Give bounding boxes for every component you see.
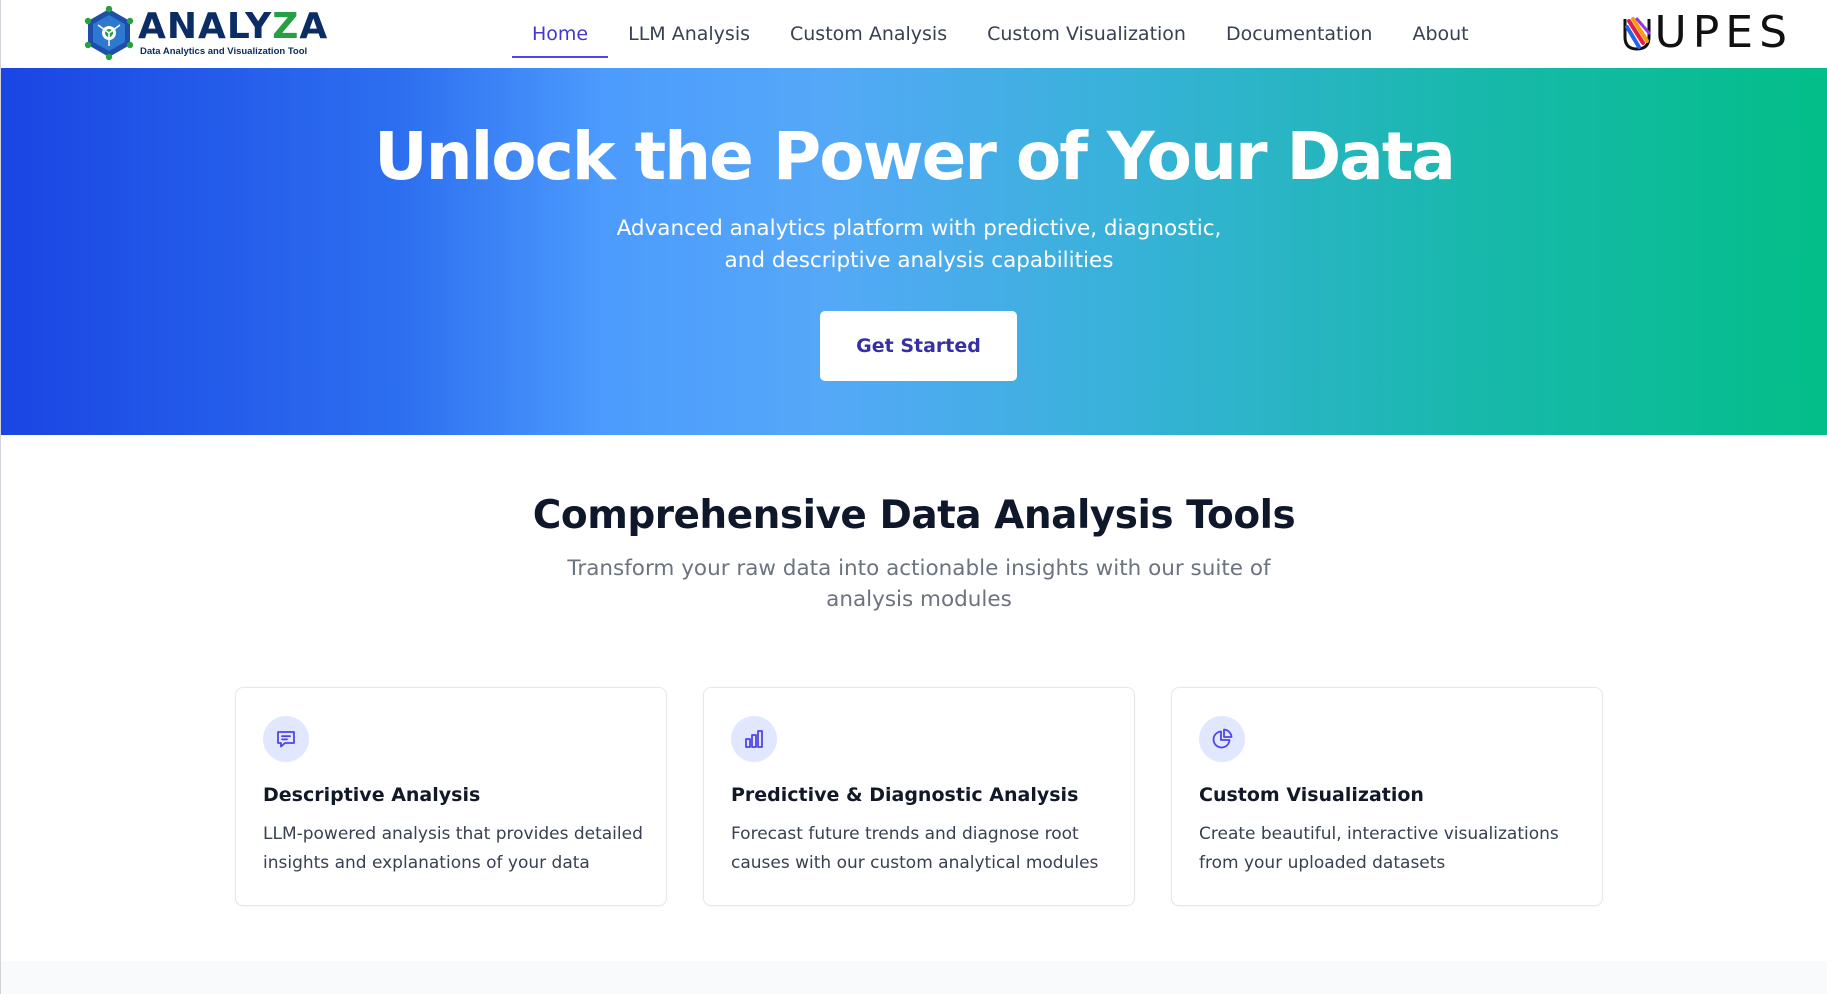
hexagon-network-icon <box>84 6 134 60</box>
nav-item-home[interactable]: Home <box>512 0 609 68</box>
hero-title: Unlock the Power of Your Data <box>374 118 1456 195</box>
top-navbar: ANALYZA Data Analytics and Visualization… <box>0 0 1827 68</box>
card-title: Predictive & Diagnostic Analysis <box>731 784 1079 806</box>
feature-card-predictive[interactable]: Predictive & Diagnostic Analysis Forecas… <box>703 687 1135 906</box>
bar-chart-icon <box>731 716 777 762</box>
analyza-logo[interactable]: ANALYZA Data Analytics and Visualization… <box>84 4 328 62</box>
nav-item-custom-analysis[interactable]: Custom Analysis <box>770 0 967 68</box>
feature-card-visualization[interactable]: Custom Visualization Create beautiful, i… <box>1171 687 1603 906</box>
upes-logo[interactable]: UPES <box>1621 10 1793 56</box>
card-description: Forecast future trends and diagnose root… <box>731 824 1099 873</box>
features-subtitle: Transform your raw data into actionable … <box>567 556 1271 612</box>
chat-icon <box>263 716 309 762</box>
feature-card-descriptive[interactable]: Descriptive Analysis LLM-powered analysi… <box>235 687 667 906</box>
upes-emblem-icon <box>1623 17 1651 51</box>
pie-chart-icon <box>1199 716 1245 762</box>
features-title: Comprehensive Data Analysis Tools <box>532 493 1296 538</box>
nav-item-llm-analysis[interactable]: LLM Analysis <box>608 0 770 68</box>
card-description: LLM-powered analysis that provides detai… <box>263 824 643 873</box>
hero-subtitle: Advanced analytics platform with predict… <box>616 216 1222 273</box>
nav-item-custom-visualization[interactable]: Custom Visualization <box>967 0 1206 68</box>
hero-section: Unlock the Power of Your Data Advanced a… <box>0 68 1827 435</box>
nav-item-about[interactable]: About <box>1392 0 1488 68</box>
upes-wordmark: UPES <box>1654 7 1793 58</box>
card-description: Create beautiful, interactive visualizat… <box>1199 824 1559 873</box>
page-bottom-strip <box>0 961 1827 994</box>
card-title: Descriptive Analysis <box>263 784 481 806</box>
logo-tagline: Data Analytics and Visualization Tool <box>140 46 308 57</box>
get-started-button[interactable]: Get Started <box>820 311 1017 381</box>
features-section: Comprehensive Data Analysis Tools Transf… <box>0 435 1827 961</box>
main-nav: Home LLM Analysis Custom Analysis Custom… <box>512 0 1489 68</box>
logo-wordmark: ANALYZA <box>138 6 329 47</box>
card-title: Custom Visualization <box>1199 784 1424 806</box>
nav-item-documentation[interactable]: Documentation <box>1206 0 1392 68</box>
